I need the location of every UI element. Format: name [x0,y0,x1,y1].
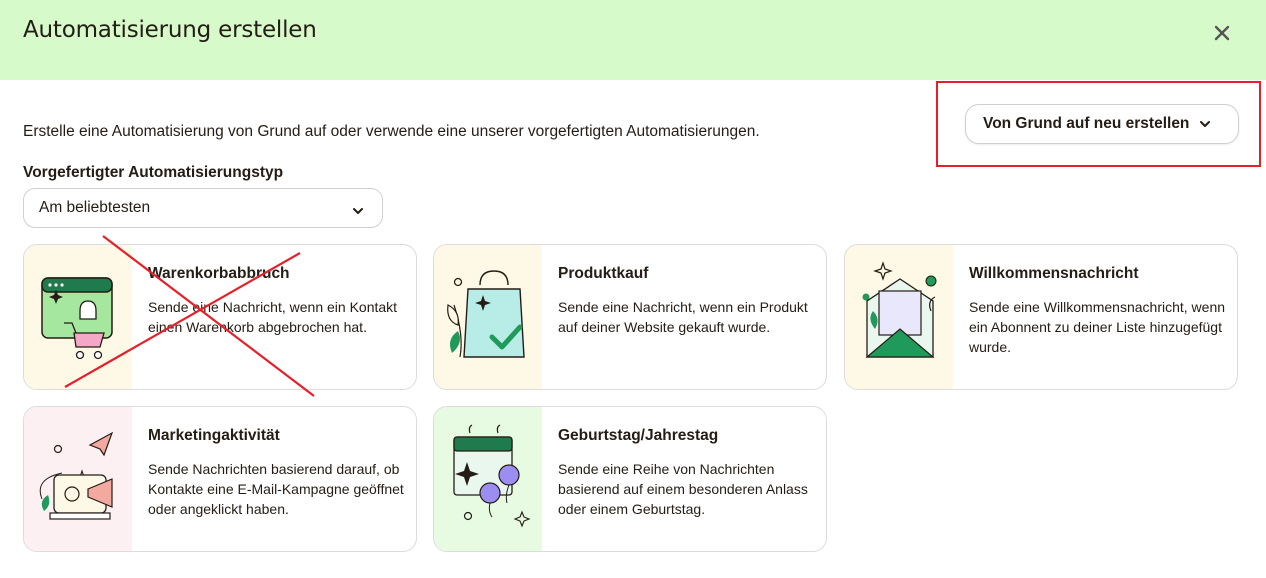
card-description: Sende eine Willkommensnachricht, wenn ei… [969,299,1226,355]
card-title: Willkommensnachricht [969,265,1139,282]
calendar-balloons-illustration-icon [453,424,531,528]
intro-text: Erstelle eine Automatisierung von Grund … [23,123,760,140]
modal-header: Automatisierung erstellen [0,0,1266,80]
card-thumbnail [434,407,542,551]
chevron-down-icon [352,202,364,220]
card-thumbnail [24,407,132,551]
type-filter-label: Vorgefertigter Automatisierungstyp [23,164,284,181]
card-title: Geburtstag/Jahrestag [558,427,719,444]
cart-bell-illustration-icon [41,277,113,360]
chevron-down-icon [1199,120,1211,128]
create-from-scratch-button[interactable]: Von Grund auf neu erstellen [965,104,1239,144]
modal-title: Automatisierung erstellen [23,17,317,43]
envelope-illustration-icon [862,261,937,358]
automation-card-cart-abandonment[interactable]: Warenkorbabbruch Sende eine Nachricht, w… [23,244,417,390]
type-filter-select[interactable]: Am beliebtesten [23,188,383,228]
card-thumbnail [24,245,132,389]
automation-card-product-purchase[interactable]: Produktkauf Sende eine Nachricht, wenn e… [433,244,827,390]
card-title: Produktkauf [558,265,649,282]
card-thumbnail [845,245,953,389]
close-button[interactable] [1208,19,1236,47]
create-from-scratch-label: Von Grund auf neu erstellen [983,115,1190,132]
megaphone-illustration-icon [39,431,114,520]
card-description: Sende eine Nachricht, wenn ein Kontakt e… [148,299,398,335]
close-icon [1214,25,1230,41]
shopping-bag-illustration-icon [447,270,525,358]
card-title: Warenkorbabbruch [148,265,290,282]
card-title: Marketingaktivität [148,427,280,444]
automation-card-birthday-anniversary[interactable]: Geburtstag/Jahrestag Sende eine Reihe vo… [433,406,827,552]
card-description: Sende Nachrichten basierend darauf, ob K… [148,461,404,517]
type-filter-value: Am beliebtesten [39,199,151,216]
card-description: Sende eine Nachricht, wenn ein Produkt a… [558,299,808,335]
card-description: Sende eine Reihe von Nachrichten basiere… [558,461,808,517]
automation-card-marketing-activity[interactable]: Marketingaktivität Sende Nachrichten bas… [23,406,417,552]
automation-card-welcome-message[interactable]: Willkommensnachricht Sende eine Willkomm… [844,244,1238,390]
card-thumbnail [434,245,542,389]
